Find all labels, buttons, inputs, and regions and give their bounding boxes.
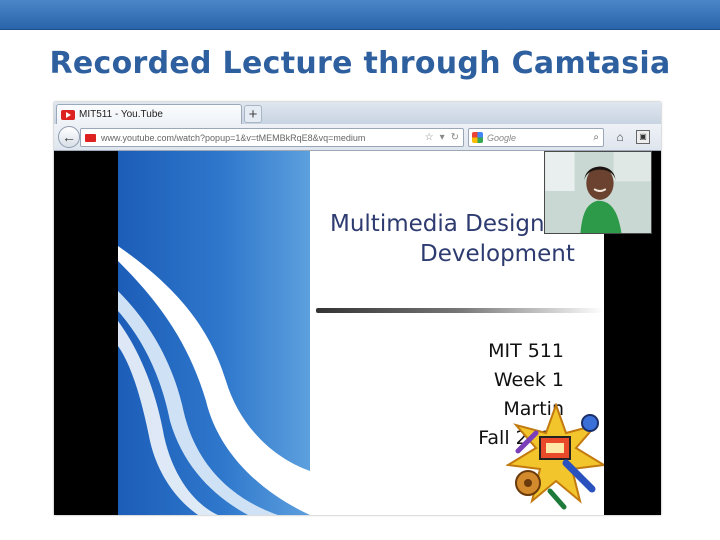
extension-button[interactable]: ▣ <box>636 130 650 144</box>
new-tab-button[interactable]: + <box>244 105 262 123</box>
extension-icon: ▣ <box>639 132 647 141</box>
address-bar-icons: ☆ ▾ ↻ <box>425 132 463 143</box>
address-bar[interactable]: www.youtube.com/watch?popup=1&v=tMEMBkRq… <box>80 128 464 147</box>
url-text: www.youtube.com/watch?popup=1&v=tMEMBkRq… <box>101 132 366 143</box>
webcam-overlay-image <box>544 151 652 234</box>
top-accent-band <box>0 0 720 30</box>
dropdown-arrow-icon[interactable]: ▾ <box>440 132 445 143</box>
lecture-slide: Multimedia Design Development MIT 511 We… <box>118 151 604 515</box>
browser-screenshot: MIT511 - You.Tube + ← www.youtube.com/wa… <box>54 102 661 515</box>
course-code: MIT 511 <box>488 340 564 362</box>
multimedia-clipart-image <box>506 403 604 510</box>
home-button[interactable]: ⌂ <box>610 129 630 146</box>
slide-swoosh-graphic <box>118 246 310 515</box>
bookmark-star-icon[interactable]: ☆ <box>425 132 434 143</box>
search-placeholder: Google <box>487 132 517 143</box>
tab-label: MIT511 - You.Tube <box>79 109 163 120</box>
search-icon[interactable]: ⌕ <box>593 132 603 143</box>
navigation-bar: ← www.youtube.com/watch?popup=1&v=tMEMBk… <box>54 124 661 151</box>
back-arrow-icon: ← <box>62 129 76 145</box>
slide-title: Recorded Lecture through Camtasia <box>49 46 671 81</box>
week-label: Week 1 <box>493 369 564 391</box>
tab-bar: MIT511 - You.Tube + <box>54 102 661 124</box>
tab-youtube[interactable]: MIT511 - You.Tube <box>56 104 242 124</box>
lecture-heading-line2: Development <box>420 241 575 267</box>
youtube-favicon-icon <box>85 133 96 142</box>
home-icon: ⌂ <box>616 130 624 144</box>
back-button[interactable]: ← <box>58 126 80 148</box>
youtube-favicon-icon <box>61 109 75 120</box>
search-bar[interactable]: Google ⌕ <box>468 128 604 147</box>
video-player[interactable]: Multimedia Design Development MIT 511 We… <box>54 151 661 515</box>
reload-icon[interactable]: ↻ <box>451 132 459 143</box>
heading-divider <box>316 308 604 313</box>
google-logo-icon <box>472 132 483 143</box>
